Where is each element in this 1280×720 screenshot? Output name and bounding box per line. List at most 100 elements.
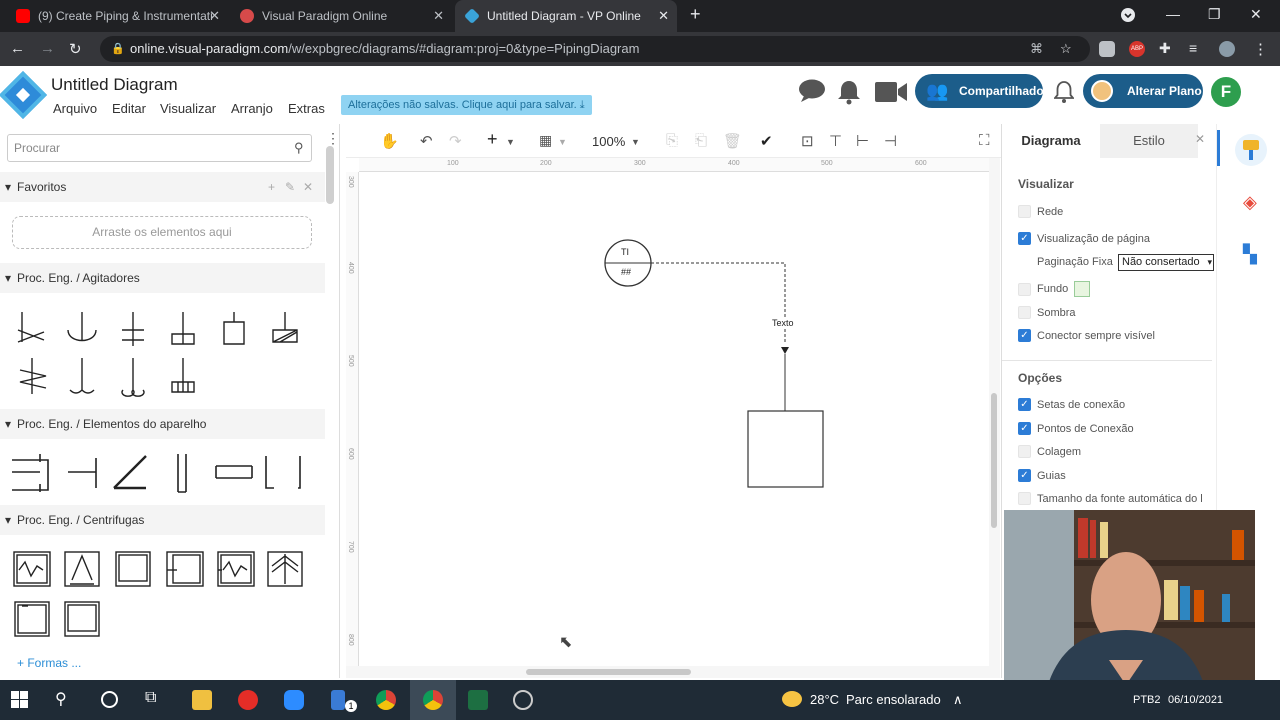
centrifuge-shape-3[interactable]	[115, 551, 151, 587]
chat-icon[interactable]	[798, 79, 826, 106]
active-taskbar-item[interactable]	[410, 680, 456, 720]
close-icon[interactable]: ✕	[209, 8, 220, 24]
translate-icon[interactable]: ⌘	[1030, 36, 1043, 62]
minimize-icon[interactable]: —	[1166, 6, 1180, 22]
windows-start-icon[interactable]	[11, 691, 28, 711]
centrifuge-shape-8[interactable]	[64, 601, 100, 637]
unsaved-changes-notice[interactable]: Alterações não salvas. Clique aqui para …	[341, 95, 592, 115]
temperature[interactable]: 28°C	[810, 692, 839, 707]
zoom-level[interactable]: 100%	[592, 134, 625, 149]
auto-font-size-checkbox[interactable]: Tamanho da fonte automática do l	[1018, 492, 1203, 505]
image-picker-icon[interactable]	[1074, 281, 1091, 297]
diagram-canvas[interactable]: TI ## Texto ⬉	[359, 172, 989, 666]
redo-icon[interactable]: ↷	[449, 132, 462, 150]
task-view-icon[interactable]: ⧉	[145, 689, 156, 707]
close-icon[interactable]: ✕	[303, 172, 313, 202]
bookmark-star-icon[interactable]: ☆	[1060, 36, 1072, 62]
agitator-shape-2[interactable]	[67, 312, 97, 342]
apparatus-shape-6[interactable]	[265, 456, 301, 489]
reload-icon[interactable]: ↻	[69, 40, 82, 58]
obs-icon[interactable]	[513, 690, 533, 710]
menu-arquivo[interactable]: Arquivo	[53, 101, 97, 116]
tab-style[interactable]: Estilo	[1100, 124, 1198, 158]
section-agitators-header[interactable]: Proc. Eng. / Agitadores	[0, 263, 325, 293]
apparatus-shape-3[interactable]	[113, 455, 147, 490]
tab-untitled-diagram[interactable]: Untitled Diagram - VP Online ✕	[455, 0, 677, 32]
snapping-checkbox[interactable]: Colagem	[1018, 445, 1081, 458]
video-camera-icon[interactable]	[875, 82, 907, 105]
bell-outline-icon[interactable]	[1053, 80, 1075, 107]
agitator-shape-5[interactable]	[223, 312, 245, 345]
shadow-checkbox[interactable]: Sombra	[1018, 306, 1076, 319]
browser-menu-icon[interactable]: ⋮	[1253, 40, 1268, 58]
agitator-shape-1[interactable]	[17, 312, 45, 343]
new-tab-button[interactable]: +	[690, 4, 701, 25]
zoom-app-icon[interactable]	[284, 690, 304, 710]
change-plan-button[interactable]: Alterar Plano	[1083, 74, 1203, 108]
agitator-shape-3[interactable]	[122, 312, 144, 346]
connection-points-checkbox[interactable]: ✓ Pontos de Conexão	[1018, 422, 1134, 435]
format-paint-icon[interactable]: ✔	[760, 132, 773, 150]
favorites-header[interactable]: Favoritos + ✎ ✕	[0, 172, 325, 202]
centrifuge-shape-7[interactable]	[14, 601, 50, 637]
cortana-icon[interactable]	[101, 691, 118, 708]
agitator-shape-8[interactable]	[69, 358, 95, 394]
chevron-down-icon[interactable]: ▼	[558, 137, 567, 147]
agitator-shape-9[interactable]	[121, 358, 145, 397]
vp-logo-icon[interactable]	[0, 70, 48, 120]
tab-youtube[interactable]: (9) Create Piping & Instrumentati ✕	[6, 0, 228, 32]
tab-diagram[interactable]: Diagrama	[1002, 124, 1100, 158]
centrifuge-shape-2[interactable]	[64, 551, 100, 587]
profile-avatar[interactable]	[1219, 41, 1235, 57]
close-icon[interactable]: ✕	[433, 8, 444, 24]
document-app-icon[interactable]	[331, 690, 345, 710]
panel-scrollbar[interactable]	[326, 146, 334, 204]
chevron-down-icon[interactable]: ▼	[631, 137, 640, 147]
distribute-icon[interactable]: ⊣	[884, 132, 897, 150]
scroll-thumb[interactable]	[991, 393, 997, 528]
agitator-shape-7[interactable]	[19, 358, 47, 394]
table-grid-icon[interactable]: ▦	[539, 132, 552, 149]
tab-visual-paradigm[interactable]: Visual Paradigm Online ✕	[230, 0, 452, 32]
media-player-icon[interactable]	[238, 690, 258, 710]
close-icon[interactable]: ✕	[658, 8, 669, 24]
select-area-icon[interactable]: ⊡	[801, 132, 814, 150]
weather-text[interactable]: Parc ensolarado	[846, 692, 941, 707]
excel-icon[interactable]	[468, 690, 488, 710]
notification-bell-icon[interactable]	[837, 79, 861, 108]
chevron-down-icon[interactable]: ▼	[506, 137, 515, 147]
align-top-icon[interactable]: ⊤	[829, 132, 842, 150]
close-panel-icon[interactable]: ✕	[1195, 132, 1205, 146]
apparatus-shape-2[interactable]	[68, 458, 97, 488]
background-checkbox[interactable]: Fundo	[1018, 281, 1091, 297]
shape-search-input[interactable]: Procurar	[7, 134, 312, 162]
search-icon[interactable]: ⚲	[294, 140, 304, 156]
edit-icon[interactable]: ✎	[285, 172, 295, 202]
delete-trash-icon[interactable]: 🗑	[723, 132, 742, 150]
menu-visualizar[interactable]: Visualizar	[160, 101, 216, 116]
guides-checkbox[interactable]: ✓ Guias	[1018, 469, 1066, 482]
copy-icon[interactable]: ⎘	[666, 132, 678, 149]
fullscreen-icon[interactable]: ⛶	[979, 132, 990, 149]
equipment-box[interactable]	[747, 410, 824, 488]
lock-icon[interactable]: 🔒	[111, 36, 125, 62]
centrifuge-shape-5[interactable]	[217, 551, 255, 587]
share-button[interactable]: 👥 Compartilhado	[915, 74, 1044, 108]
forward-icon[interactable]: →	[40, 40, 55, 57]
section-centrifuges-header[interactable]: Proc. Eng. / Centrifugas	[0, 505, 325, 535]
file-explorer-icon[interactable]	[192, 690, 212, 710]
dashed-connector[interactable]	[651, 262, 786, 344]
back-icon[interactable]: ←	[10, 40, 25, 57]
more-shapes-link[interactable]: + Formas ...	[17, 656, 81, 670]
tab-search-icon[interactable]	[1121, 8, 1135, 25]
undo-icon[interactable]: ↶	[420, 132, 433, 150]
format-panel-button[interactable]	[1235, 134, 1267, 166]
grid-checkbox[interactable]: Rede	[1018, 205, 1063, 218]
page-view-checkbox[interactable]: ✓ Visualização de página	[1018, 232, 1150, 245]
menu-extras[interactable]: Extras	[288, 101, 325, 116]
media-queue-icon[interactable]: ≡	[1189, 40, 1197, 56]
chrome-icon[interactable]	[376, 690, 396, 710]
apparatus-shape-1[interactable]	[12, 454, 49, 492]
window-close-icon[interactable]: ✕	[1250, 6, 1262, 23]
agitator-shape-4[interactable]	[171, 312, 195, 345]
